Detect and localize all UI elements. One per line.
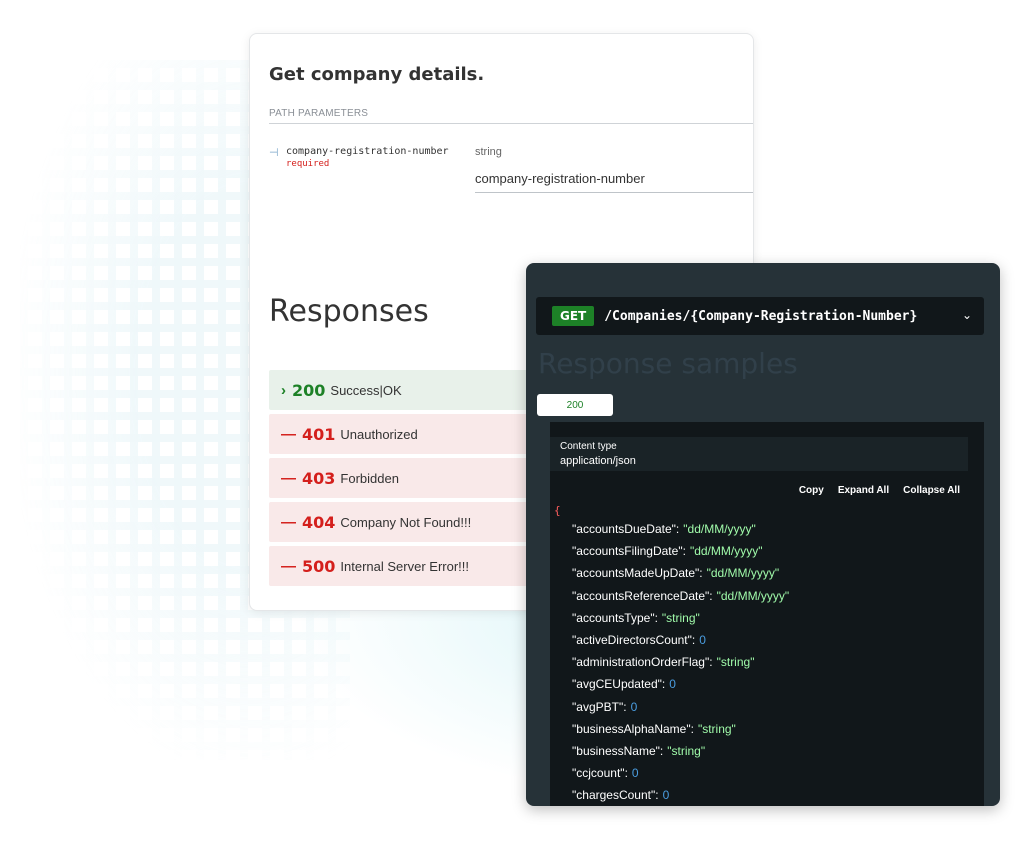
json-key: activeDirectorsCount [572, 633, 692, 647]
response-samples-panel: GET /Companies/{Company-Registration-Num… [526, 263, 1000, 806]
chevron-down-icon[interactable]: ⌄ [962, 308, 972, 322]
json-line: accountsFilingDate:"dd/MM/yyyy" [572, 544, 789, 566]
response-code: 500 [302, 556, 336, 576]
endpoint-bar[interactable]: GET /Companies/{Company-Registration-Num… [536, 297, 984, 335]
json-colon: : [709, 655, 713, 670]
json-line: avgCEUpdated:0 [572, 677, 789, 699]
json-line: administrationOrderFlag:"string" [572, 655, 789, 677]
json-value: 0 [630, 699, 638, 714]
json-line: accountsReferenceDate:"dd/MM/yyyy" [572, 589, 789, 611]
json-value: 0 [662, 788, 670, 803]
response-code: 403 [302, 468, 336, 488]
json-value: "string" [716, 655, 755, 670]
json-line: activeDirectorsCount:0 [572, 633, 789, 655]
parameter-name: company-registration-number [286, 146, 449, 157]
json-value: 0 [699, 632, 706, 647]
response-label: Forbidden [340, 470, 399, 486]
http-method-badge: GET [552, 306, 595, 326]
json-colon: : [675, 522, 680, 536]
response-200[interactable]: › 200 Success|OK [269, 370, 559, 410]
json-key: businessName [572, 744, 660, 758]
json-line: accountsMadeUpDate:"dd/MM/yyyy" [572, 566, 789, 588]
json-colon: : [682, 544, 686, 559]
json-line: businessAlphaName:"string" [572, 722, 789, 744]
content-type-selector[interactable]: Content type application/json [550, 437, 968, 471]
json-body: accountsDueDate:"dd/MM/yyyy"accountsFili… [572, 522, 789, 806]
response-code: 404 [302, 512, 336, 532]
parameter-branch-icon: ⊣ [269, 147, 279, 159]
responses-heading: Responses [269, 294, 429, 329]
page-title: Get company details. [269, 64, 485, 85]
response-500[interactable]: — 500 Internal Server Error!!! [269, 546, 559, 586]
json-line: chargesCount:0 [572, 788, 789, 806]
json-key: administrationOrderFlag [572, 655, 709, 669]
sample-toolbar: Copy Expand All Collapse All [799, 485, 960, 496]
json-key: accountsFilingDate [572, 544, 683, 558]
endpoint-path: /Companies/{Company-Registration-Number} [604, 308, 918, 324]
copy-button[interactable]: Copy [799, 485, 824, 496]
json-value: "string" [667, 743, 706, 758]
json-value: 0 [631, 766, 639, 781]
json-line: accountsDueDate:"dd/MM/yyyy" [572, 522, 789, 544]
json-colon: : [659, 743, 664, 758]
json-colon: : [699, 566, 703, 581]
json-colon: : [655, 788, 659, 803]
json-key: avgPBT [572, 700, 623, 714]
dash-icon: — [281, 513, 296, 531]
json-value: "string" [661, 610, 700, 625]
json-key: avgCEUpdated [572, 677, 662, 691]
parameter-required-badge: required [286, 159, 330, 169]
response-samples-heading: Response samples [538, 347, 798, 380]
response-label: Unauthorized [340, 426, 418, 442]
json-colon: : [709, 588, 713, 603]
json-colon: : [623, 699, 627, 714]
response-label: Company Not Found!!! [340, 514, 472, 530]
dash-icon: — [281, 469, 296, 487]
json-key: accountsMadeUpDate [572, 566, 699, 580]
json-line: businessName:"string" [572, 744, 789, 766]
expand-all-button[interactable]: Expand All [838, 485, 889, 496]
content-type-value: application/json [560, 455, 636, 467]
dash-icon: — [281, 557, 296, 575]
json-value: "dd/MM/yyyy" [689, 544, 763, 559]
json-colon: : [691, 632, 696, 647]
response-code: 401 [302, 424, 336, 444]
response-401[interactable]: — 401 Unauthorized [269, 414, 559, 454]
response-label: Internal Server Error!!! [340, 558, 470, 574]
json-line: accountsType:"string" [572, 611, 789, 633]
json-value: "dd/MM/yyyy" [716, 588, 790, 603]
json-collapse-toggle[interactable]: { [554, 504, 561, 517]
content-type-label: Content type [560, 441, 617, 452]
company-registration-number-input[interactable] [475, 164, 753, 193]
response-code: 200 [292, 380, 326, 400]
tab-status-200[interactable]: 200 [537, 394, 613, 416]
json-value: 0 [669, 677, 676, 692]
json-key: accountsDueDate [572, 522, 676, 536]
parameter-type: string [475, 146, 502, 158]
json-key: chargesCount [572, 788, 655, 802]
json-line: avgPBT:0 [572, 700, 789, 722]
json-colon: : [661, 677, 666, 692]
json-line: ccjcount:0 [572, 766, 789, 788]
path-parameter-row: ⊣ company-registration-number required s… [269, 146, 753, 196]
json-colon: : [654, 610, 658, 625]
chevron-right-icon: › [281, 381, 286, 399]
json-key: ccjcount [572, 766, 625, 780]
json-colon: : [690, 721, 694, 736]
json-key: accountsReferenceDate [572, 589, 709, 603]
collapse-all-button[interactable]: Collapse All [903, 485, 960, 496]
json-value: "dd/MM/yyyy" [706, 566, 780, 581]
json-value: "dd/MM/yyyy" [683, 522, 756, 536]
response-404[interactable]: — 404 Company Not Found!!! [269, 502, 559, 542]
json-key: accountsType [572, 611, 655, 625]
json-key: businessAlphaName [572, 722, 691, 736]
dash-icon: — [281, 425, 296, 443]
response-sample-box: Content type application/json Copy Expan… [550, 422, 984, 806]
response-403[interactable]: — 403 Forbidden [269, 458, 559, 498]
path-parameters-label: PATH PARAMETERS [269, 108, 753, 124]
json-value: "string" [697, 721, 736, 736]
json-colon: : [624, 766, 628, 781]
response-label: Success|OK [330, 382, 402, 398]
